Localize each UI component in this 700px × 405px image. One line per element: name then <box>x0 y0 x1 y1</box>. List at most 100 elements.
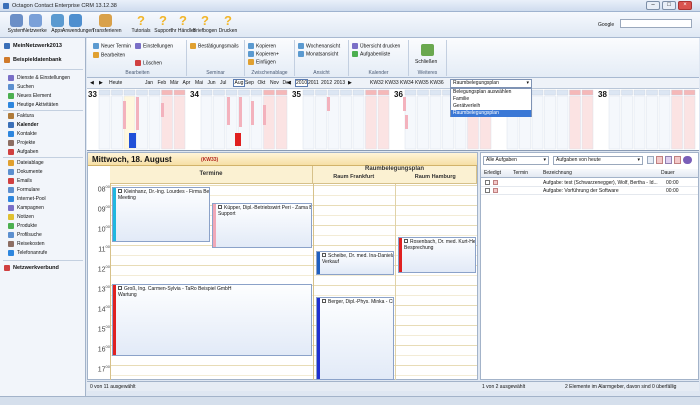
print-overview-button[interactable]: Übersicht drucken <box>352 43 400 49</box>
header-done[interactable]: Erledigt <box>484 170 501 176</box>
kw-kw34[interactable]: KW34 <box>400 80 414 86</box>
sidebar-item-faktura[interactable]: Faktura <box>8 112 34 121</box>
kw-kw32[interactable]: KW32 <box>370 80 384 86</box>
month-feb[interactable]: Feb <box>158 80 167 86</box>
task-filter-select[interactable]: Alle Aufgaben ▾ <box>483 156 549 165</box>
sidebar-item-dateiablage[interactable]: Dateiablage <box>8 159 44 168</box>
year-2011[interactable]: 2011 <box>308 80 319 86</box>
sidebar-item-kampagnen[interactable]: Kampagnen <box>8 204 44 213</box>
next-icon[interactable]: ▶ <box>99 80 103 86</box>
appointment[interactable]: Scheibe, Dr. med. Ina-Daniela - LR...Ver… <box>316 251 394 275</box>
plan-option[interactable]: Familie <box>451 96 531 103</box>
appointment[interactable]: Küpper, Dipl.-Betriebswirt Peri - Zama B… <box>212 203 312 248</box>
toolbar-drucken-button[interactable]: ? Drucken <box>215 14 241 34</box>
task-row[interactable]: Aufgabe: test (Schwarzenegger), Wolf, Be… <box>481 179 698 187</box>
sidebar-item-netzwerkverbund[interactable]: Netzwerkverbund <box>4 264 59 273</box>
month-mai[interactable]: Mai <box>195 80 203 86</box>
edit-button[interactable]: Bearbeiten <box>93 52 125 58</box>
year-2013[interactable]: 2013 <box>334 80 345 86</box>
header-duration[interactable]: Dauer <box>661 170 675 176</box>
new-appointment-button[interactable]: Neuer Termin <box>93 43 131 49</box>
sidebar-item-neues-element[interactable]: Neues Element <box>8 92 51 101</box>
sidebar-item-reisekosten[interactable]: Reisekosten <box>8 240 45 249</box>
print-task-icon[interactable] <box>665 156 672 164</box>
task-list-button[interactable]: Aufgabenliste <box>352 51 390 57</box>
today-button[interactable]: Heute <box>109 80 122 86</box>
sidebar-item-emails[interactable]: Emails <box>8 177 32 186</box>
plan-option[interactable]: Gerätverleih <box>451 103 531 110</box>
confirmation-mails-button[interactable]: Bestätigungsmails <box>190 43 239 49</box>
kw-kw33[interactable]: KW33 <box>385 80 399 86</box>
minimize-button[interactable]: – <box>646 1 660 10</box>
delete-task-icon[interactable] <box>656 156 663 164</box>
sidebar-item-suchen[interactable]: Suchen <box>8 83 34 92</box>
month-jul[interactable]: Jul <box>220 80 226 86</box>
toolbar-anwendungen-button[interactable]: Anwendungen <box>62 14 94 34</box>
appointment[interactable]: Rosenbach, Dr. med. Kurt-HermannBesprech… <box>398 237 476 273</box>
paste-button[interactable]: Einfügen <box>248 59 276 65</box>
year-2012[interactable]: 2012 <box>321 80 332 86</box>
kw-kw35[interactable]: KW35 <box>415 80 429 86</box>
hour-line <box>110 365 477 366</box>
month-sep[interactable]: Sep <box>245 80 254 86</box>
month-jan[interactable]: Jan <box>145 80 153 86</box>
plan-select[interactable]: Raumbelegungsplan ▾ <box>450 79 532 88</box>
close-button[interactable]: × <box>678 1 692 10</box>
week-number[interactable]: 36 <box>394 90 403 99</box>
google-search-input[interactable] <box>620 19 692 28</box>
month-aug[interactable]: Aug <box>232 79 246 87</box>
prev-year-icon[interactable]: ◀ <box>287 80 291 86</box>
task-period-select[interactable]: Aufgaben von heute ▾ <box>553 156 643 165</box>
sidebar-item-telefonanrufe[interactable]: Telefonanrufe <box>8 249 47 258</box>
week-number[interactable]: 33 <box>88 90 97 99</box>
week-number[interactable]: 34 <box>190 90 199 99</box>
month-apr[interactable]: Apr <box>183 80 191 86</box>
task-checkbox[interactable] <box>485 188 490 193</box>
prev-icon[interactable]: ◀ <box>90 80 94 86</box>
sidebar-item-notizen[interactable]: Notizen <box>8 213 34 222</box>
appointment[interactable]: Groß, Ing. Carmen-Sylvia - TaRo Beispiel… <box>112 284 312 356</box>
settings-button[interactable]: Einstellungen <box>135 43 173 49</box>
month-jun[interactable]: Jun <box>208 80 216 86</box>
sidebar-item-kalender[interactable]: Kalender <box>8 121 38 130</box>
sidebar-item-aufgaben[interactable]: Aufgaben <box>8 148 38 157</box>
sidebar-database[interactable]: Beispieldatenbank <box>4 56 62 65</box>
close-view-button[interactable]: Schließen <box>415 59 437 65</box>
delete-button[interactable]: Löschen <box>135 60 162 66</box>
header-title[interactable]: Bezeichnung <box>543 170 572 176</box>
alarm-icon[interactable] <box>674 156 681 164</box>
month-mär[interactable]: Mär <box>170 80 179 86</box>
header-date[interactable]: Termin <box>513 170 528 176</box>
maximize-button[interactable]: □ <box>662 1 676 10</box>
new-task-icon[interactable] <box>647 156 654 164</box>
week-view-button[interactable]: Wochenansicht <box>298 43 340 49</box>
eye-icon[interactable] <box>683 156 692 164</box>
task-checkbox[interactable] <box>485 180 490 185</box>
toolbar-transferieren-button[interactable]: Transferieren <box>92 14 122 34</box>
appointment[interactable]: Kleinhanz, Dr.-Ing. Lourdes - Firma Beis… <box>112 187 210 242</box>
sidebar-item-kontakte[interactable]: Kontakte <box>8 130 37 139</box>
month-view-button[interactable]: Monatsansicht <box>298 51 338 57</box>
sidebar-item-dienste-einstellungen[interactable]: Dienste & Einstellungen <box>8 74 70 83</box>
week-number[interactable]: 38 <box>598 90 607 99</box>
task-row[interactable]: Aufgabe: Vorführung der Software 00:00 <box>481 187 698 195</box>
sidebar-item-profilsuche[interactable]: Profilsuche <box>8 231 42 240</box>
year-2010[interactable]: 2010 <box>295 79 309 87</box>
plan-option[interactable]: Raumbelegungsplan <box>451 110 531 117</box>
sidebar-item-produkte[interactable]: Produkte <box>8 222 37 231</box>
next-year-icon[interactable]: ▶ <box>348 80 352 86</box>
sidebar-item-internet-pool[interactable]: Internet-Pool <box>8 195 46 204</box>
sidebar-item-dokumente[interactable]: Dokumente <box>8 168 43 177</box>
kw-kw36[interactable]: KW36 <box>430 80 444 86</box>
plan-option[interactable]: Belegungsplan auswählen <box>451 89 531 96</box>
copy-button[interactable]: Kopieren <box>248 43 276 49</box>
sidebar-item-formulare[interactable]: Formulare <box>8 186 40 195</box>
month-okt[interactable]: Okt <box>258 80 266 86</box>
sidebar-network[interactable]: MeinNetzwerk2013 <box>4 42 62 51</box>
week-number[interactable]: 35 <box>292 90 301 99</box>
sidebar-item-projekte[interactable]: Projekte <box>8 139 35 148</box>
sidebar-item-heutige-aktivitäten[interactable]: Heutige Aktivitäten <box>8 101 58 110</box>
month-nov[interactable]: Nov <box>270 80 279 86</box>
copy-plus-button[interactable]: Kopieren+ <box>248 51 279 57</box>
appointment[interactable]: Berger, Dipl.-Phys. Minka - Cito Beisp..… <box>316 297 394 380</box>
